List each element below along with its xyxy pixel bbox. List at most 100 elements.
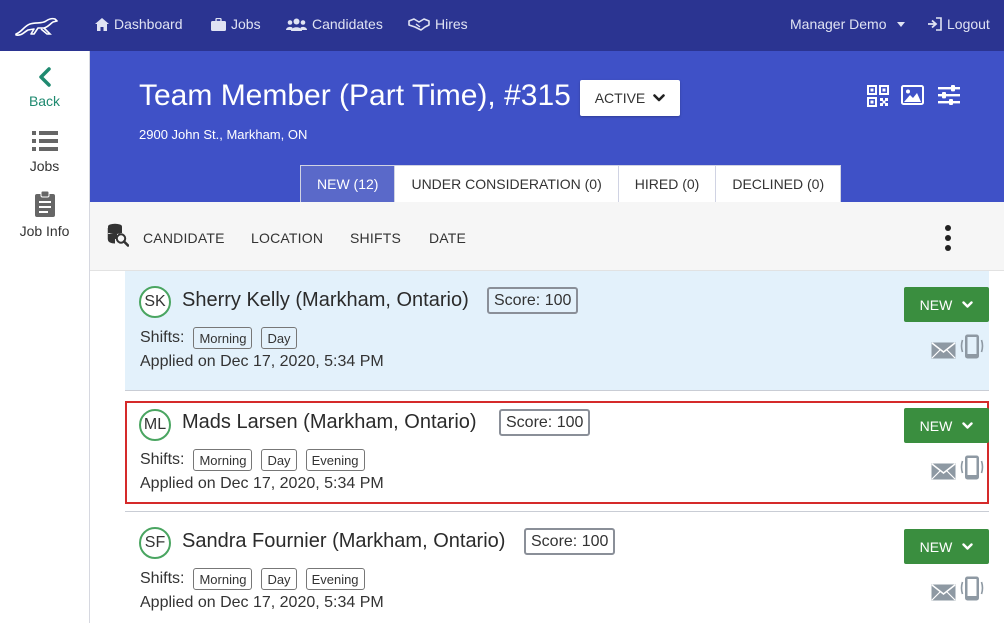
candidate-card[interactable]: SF Sandra Fournier (Markham, Ontario) Sc… — [125, 512, 989, 623]
nav-hires[interactable]: Hires — [408, 16, 468, 32]
filter-date[interactable]: DATE — [429, 230, 466, 246]
shift-chip: Morning — [193, 327, 253, 349]
image-icon[interactable] — [901, 85, 924, 105]
user-menu[interactable]: Manager Demo — [790, 16, 905, 32]
applied-date: Applied on Dec 17, 2020, 5:34 PM — [140, 353, 384, 370]
more-options-icon[interactable] — [943, 225, 953, 251]
shift-list: Shifts: Morning Day Evening — [140, 568, 365, 590]
nav-jobs[interactable]: Jobs — [211, 16, 261, 32]
sliders-icon[interactable] — [937, 85, 961, 105]
greyhound-logo-icon[interactable] — [14, 12, 58, 38]
score-badge: Score: 100 — [499, 409, 591, 436]
row-divider — [125, 390, 989, 391]
status-dropdown-button[interactable]: NEW — [904, 287, 989, 322]
sidebar-job-info[interactable]: Job Info — [0, 191, 89, 239]
filter-location[interactable]: LOCATION — [251, 230, 323, 246]
nav-jobs-label: Jobs — [231, 16, 261, 32]
shifts-label: Shifts: — [140, 570, 185, 587]
applied-date: Applied on Dec 17, 2020, 5:34 PM — [140, 475, 384, 492]
tab-under-consideration[interactable]: UNDER CONSIDERATION (0) — [395, 166, 619, 202]
avatar: SK — [139, 286, 171, 318]
chevron-down-icon — [962, 542, 974, 550]
shift-chip: Day — [261, 568, 297, 590]
score-badge: Score: 100 — [487, 287, 579, 314]
shifts-label: Shifts: — [140, 329, 185, 346]
status-label: NEW — [919, 417, 953, 434]
nav-dashboard[interactable]: Dashboard — [95, 16, 183, 32]
sidebar-jobs-label: Jobs — [29, 158, 60, 174]
briefcase-icon — [211, 17, 226, 31]
candidate-name[interactable]: Mads Larsen (Markham, Ontario) — [182, 411, 477, 434]
shift-chip: Day — [261, 449, 297, 471]
status-label: NEW — [919, 538, 953, 555]
shift-list: Shifts: Morning Day — [140, 327, 297, 349]
filter-shifts[interactable]: SHIFTS — [350, 230, 401, 246]
candidate-list: SK Sherry Kelly (Markham, Ontario) Score… — [125, 271, 989, 623]
logout-icon — [928, 17, 942, 31]
email-icon[interactable] — [931, 342, 956, 359]
job-header: Team Member (Part Time), #315 ACTIVE 290… — [90, 51, 1004, 202]
sidebar-back[interactable]: Back — [0, 67, 89, 109]
logout-link[interactable]: Logout — [927, 16, 990, 32]
users-icon — [286, 18, 307, 31]
shift-list: Shifts: Morning Day Evening — [140, 449, 365, 471]
job-address: 2900 John St., Markham, ON — [139, 127, 308, 142]
score-badge: Score: 100 — [524, 528, 616, 555]
handshake-icon — [408, 18, 430, 31]
sidebar-back-label: Back — [28, 93, 61, 109]
avatar: ML — [139, 409, 171, 441]
mobile-phone-icon[interactable] — [960, 334, 984, 359]
mobile-phone-icon[interactable] — [960, 576, 984, 601]
nav-candidates-label: Candidates — [312, 16, 383, 32]
shift-chip: Morning — [193, 449, 253, 471]
list-icon — [31, 131, 58, 151]
filter-bar: CANDIDATE LOCATION SHIFTS DATE — [90, 202, 1004, 271]
candidate-card[interactable]: SK Sherry Kelly (Markham, Ontario) Score… — [125, 271, 989, 390]
email-icon[interactable] — [931, 584, 956, 601]
shift-chip: Morning — [193, 568, 253, 590]
nav-dashboard-label: Dashboard — [114, 16, 183, 32]
sidebar-job-info-label: Job Info — [19, 223, 70, 239]
clipboard-icon — [34, 191, 55, 217]
avatar: SF — [139, 527, 171, 559]
nav-candidates[interactable]: Candidates — [286, 16, 383, 32]
job-status-label: ACTIVE — [594, 90, 646, 106]
qr-code-icon[interactable] — [867, 85, 889, 107]
candidate-status-tabs: NEW (12) UNDER CONSIDERATION (0) HIRED (… — [300, 165, 842, 202]
home-icon — [95, 17, 109, 31]
tab-new[interactable]: NEW (12) — [301, 166, 396, 202]
tab-declined[interactable]: DECLINED (0) — [716, 166, 840, 202]
database-search-icon[interactable] — [107, 223, 129, 247]
shift-chip: Evening — [305, 449, 365, 471]
user-menu-label: Manager Demo — [790, 16, 887, 32]
filter-candidate[interactable]: CANDIDATE — [143, 230, 225, 246]
mobile-phone-icon[interactable] — [960, 455, 984, 480]
contact-actions — [931, 334, 984, 359]
chevron-down-icon — [962, 421, 974, 429]
job-status-dropdown[interactable]: ACTIVE — [580, 80, 680, 116]
applied-date: Applied on Dec 17, 2020, 5:34 PM — [140, 594, 384, 611]
logout-label: Logout — [947, 16, 990, 32]
candidate-card[interactable]: ML Mads Larsen (Markham, Ontario) Score:… — [125, 401, 989, 504]
chevron-down-icon — [962, 300, 974, 308]
chevron-left-icon — [38, 67, 51, 87]
shifts-label: Shifts: — [140, 451, 185, 468]
tab-hired[interactable]: HIRED (0) — [619, 166, 717, 202]
status-label: NEW — [919, 296, 953, 313]
page-title: Team Member (Part Time), #315 — [139, 79, 571, 112]
top-navbar: Dashboard Jobs Candidates Hires Manager … — [0, 0, 1004, 51]
email-icon[interactable] — [931, 463, 956, 480]
chevron-down-icon — [653, 94, 666, 102]
contact-actions — [931, 455, 984, 480]
contact-actions — [931, 576, 984, 601]
status-dropdown-button[interactable]: NEW — [904, 408, 989, 443]
shift-chip: Day — [261, 327, 297, 349]
candidate-name[interactable]: Sandra Fournier (Markham, Ontario) — [182, 530, 505, 553]
left-sidebar: Back Jobs Job Info — [0, 51, 90, 623]
status-dropdown-button[interactable]: NEW — [904, 529, 989, 564]
nav-hires-label: Hires — [435, 16, 468, 32]
sidebar-jobs[interactable]: Jobs — [0, 130, 89, 174]
shift-chip: Evening — [305, 568, 365, 590]
caret-down-icon — [896, 21, 905, 27]
candidate-name[interactable]: Sherry Kelly (Markham, Ontario) — [182, 289, 469, 312]
